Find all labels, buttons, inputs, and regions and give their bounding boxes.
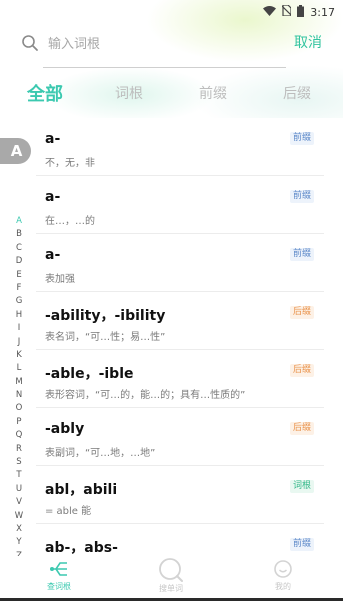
type-badge: 词根 [289, 480, 314, 493]
entry-word: a- [45, 247, 61, 263]
tab-suffixes[interactable]: 后缀 [283, 83, 311, 103]
index-letter-v[interactable]: V [13, 496, 25, 509]
cancel-button[interactable]: 取消 [294, 32, 322, 52]
list-item[interactable]: a- 表加强 前缀 [36, 234, 324, 292]
search-underline [43, 67, 286, 68]
nav-label: 搜单词 [159, 584, 183, 593]
index-letter-o[interactable]: O [13, 402, 25, 415]
index-letter-g[interactable]: G [13, 295, 25, 308]
index-letter-d[interactable]: D [13, 255, 25, 268]
entry-word: a- [45, 131, 61, 147]
type-badge: 后缀 [289, 306, 314, 319]
entry-desc: = able 能 [45, 506, 92, 517]
entry-word: abl，abili [45, 482, 118, 498]
nav-profile[interactable]: 我的 [253, 558, 313, 592]
profile-icon [253, 558, 313, 580]
tab-prefixes[interactable]: 前缀 [199, 83, 227, 103]
alphabet-index[interactable]: ABCDEFGHIJKLMNOPQRSTUVWXYZ [13, 215, 25, 563]
index-letter-q[interactable]: Q [13, 429, 25, 442]
tab-roots[interactable]: 词根 [115, 83, 143, 103]
list-item[interactable]: -ability，-ibility 表名词，“可…性；易…性” 后缀 [36, 292, 324, 350]
nav-search-words[interactable]: 搜单词 [141, 558, 201, 594]
search-bar: 取消 [0, 28, 343, 68]
list-item[interactable]: -able，-ible 表形容词，“可…的，能…的；具有…性质的” 后缀 [36, 350, 324, 408]
list-item[interactable]: a- 在…，…的 前缀 [36, 176, 324, 234]
entry-word: a- [45, 189, 61, 205]
nav-find-roots[interactable]: 查词根 [29, 558, 89, 592]
entry-list: a- 不，无，非 前缀 a- 在…，…的 前缀 a- 表加强 前缀 -abili… [0, 118, 343, 556]
type-badge: 后缀 [289, 364, 314, 377]
index-letter-s[interactable]: S [13, 456, 25, 469]
nav-label: 查词根 [47, 582, 71, 591]
entry-desc: 表名词，“可…性；易…性” [45, 332, 166, 343]
search-input[interactable] [48, 32, 278, 56]
entry-desc: 表副词，“可…地，…地” [45, 448, 156, 459]
index-letter-e[interactable]: E [13, 269, 25, 282]
index-letter-h[interactable]: H [13, 309, 25, 322]
index-letter-a[interactable]: A [13, 215, 25, 228]
list-item[interactable]: ab-，abs- 前缀 [36, 524, 324, 556]
index-letter-u[interactable]: U [13, 483, 25, 496]
entry-word: -able，-ible [45, 366, 134, 382]
nav-label: 我的 [275, 582, 291, 591]
index-letter-i[interactable]: I [13, 322, 25, 335]
index-letter-t[interactable]: T [13, 469, 25, 482]
tab-all[interactable]: 全部 [27, 80, 63, 106]
index-letter-c[interactable]: C [13, 242, 25, 255]
type-badge: 前缀 [289, 190, 314, 203]
index-letter-w[interactable]: W [13, 510, 25, 523]
entry-desc: 表加强 [45, 274, 75, 285]
search-icon [141, 558, 201, 582]
entry-word: ab-，abs- [45, 540, 118, 556]
current-letter-indicator: A [0, 138, 31, 164]
entry-desc: 在…，…的 [45, 216, 95, 227]
index-letter-k[interactable]: K [13, 349, 25, 362]
wifi-icon [263, 5, 277, 19]
status-time: 3:17 [310, 5, 335, 19]
index-letter-f[interactable]: F [13, 282, 25, 295]
type-badge: 前缀 [289, 132, 314, 145]
tree-icon [29, 558, 89, 580]
index-letter-y[interactable]: Y [13, 536, 25, 549]
type-badge: 前缀 [289, 248, 314, 261]
index-letter-x[interactable]: X [13, 523, 25, 536]
no-sim-icon [281, 4, 292, 19]
status-bar: 3:17 [0, 0, 343, 24]
index-letter-l[interactable]: L [13, 362, 25, 375]
index-letter-b[interactable]: B [13, 228, 25, 241]
type-badge: 前缀 [289, 538, 314, 551]
entry-word: -ability，-ibility [45, 308, 166, 324]
list-item[interactable]: abl，abili = able 能 词根 [36, 466, 324, 524]
type-badge: 后缀 [289, 422, 314, 435]
list-item[interactable]: a- 不，无，非 前缀 [36, 118, 324, 176]
index-letter-j[interactable]: J [13, 336, 25, 349]
bottom-nav: 查词根 搜单词 我的 [0, 556, 343, 598]
search-icon [21, 34, 39, 52]
app-screen: 3:17 取消 全部 词根 前缀 后缀 a- 不，无，非 前缀 a- 在…，…的… [0, 0, 343, 601]
list-item[interactable]: -ably 表副词，“可…地，…地” 后缀 [36, 408, 324, 466]
filter-tabs: 全部 词根 前缀 后缀 [0, 80, 343, 108]
index-letter-n[interactable]: N [13, 389, 25, 402]
entry-word: -ably [45, 421, 85, 437]
index-letter-m[interactable]: M [13, 376, 25, 389]
battery-icon [297, 4, 305, 20]
entry-desc: 不，无，非 [45, 158, 95, 169]
index-letter-r[interactable]: R [13, 443, 25, 456]
entry-desc: 表形容词，“可…的，能…的；具有…性质的” [45, 390, 246, 401]
index-letter-p[interactable]: P [13, 416, 25, 429]
